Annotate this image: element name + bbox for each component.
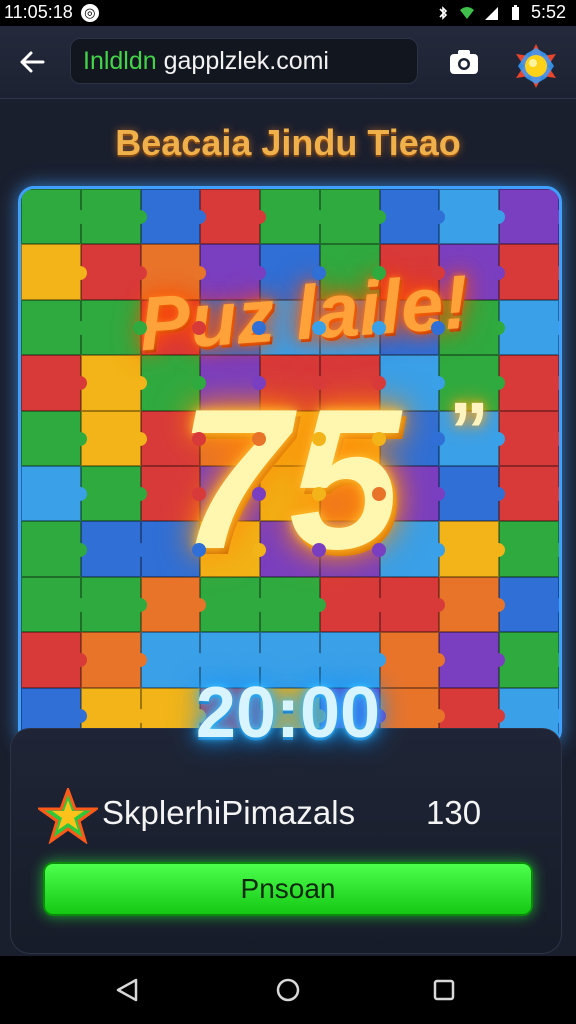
level-number: 75 <box>177 368 401 591</box>
status-time-right: 5:52 <box>530 2 566 22</box>
puzzle-piece[interactable] <box>80 189 147 245</box>
battery-icon <box>511 4 519 20</box>
puzzle-piece[interactable] <box>499 189 559 245</box>
home-circle-icon[interactable] <box>272 974 304 1006</box>
puzzle-piece[interactable] <box>21 466 87 522</box>
puzzle-piece[interactable] <box>21 244 87 300</box>
puzzle-piece[interactable] <box>80 576 147 633</box>
puzzle-piece[interactable] <box>80 466 147 522</box>
url-prefix: Inldldn <box>83 46 157 75</box>
puzzle-piece[interactable] <box>379 189 446 245</box>
puzzle-piece[interactable] <box>80 410 147 466</box>
back-button[interactable] <box>14 44 50 80</box>
puzzle-board[interactable]: Puz laile! 75 ” <box>18 186 562 746</box>
puzzle-piece[interactable] <box>499 466 559 522</box>
puzzle-piece[interactable] <box>499 521 559 577</box>
puzzle-piece[interactable] <box>499 410 559 466</box>
wifi-icon <box>459 6 474 19</box>
back-triangle-icon[interactable] <box>112 974 144 1006</box>
action-button[interactable]: Pnsoan <box>43 862 533 916</box>
game-title: Beacaia Jindu Tieao <box>115 122 461 163</box>
puzzle-piece[interactable] <box>21 299 87 356</box>
star-icon <box>38 788 98 844</box>
camera-icon[interactable] <box>448 48 480 76</box>
puzzle-piece[interactable] <box>319 189 386 245</box>
puzzle-piece[interactable] <box>21 355 87 411</box>
bluetooth-icon <box>439 5 448 20</box>
puzzle-piece[interactable] <box>21 410 87 466</box>
puzzle-piece[interactable] <box>439 521 505 577</box>
back-arrow-icon <box>20 51 45 73</box>
puzzle-piece[interactable] <box>21 521 87 577</box>
navigation-bar <box>0 956 576 1024</box>
status-bar: 11:05:18 ◎ 5:52 <box>0 0 576 26</box>
puzzle-piece[interactable] <box>140 189 207 245</box>
quote-mark: ” <box>449 386 489 475</box>
puzzle-piece[interactable] <box>21 576 87 633</box>
puzzle-piece[interactable] <box>200 189 266 245</box>
player-name: SkplerhiPimazals <box>102 794 356 831</box>
puzzle-piece[interactable] <box>80 521 147 577</box>
status-time-left: 11:05:18 <box>4 2 73 22</box>
puzzle-piece[interactable] <box>499 355 559 411</box>
url-bar[interactable]: Inldldn gapplzlek.comi <box>70 38 418 84</box>
timer: 20:00 <box>195 673 381 753</box>
puzzle-piece[interactable] <box>499 576 559 633</box>
puzzle-piece[interactable] <box>21 189 87 245</box>
url-domain: gapplzlek.comi <box>163 46 329 75</box>
puzzle-piece[interactable] <box>260 189 326 245</box>
app-bar: Inldldn gapplzlek.comi <box>0 26 576 99</box>
player-score: 130 <box>426 794 482 831</box>
puzzle-piece[interactable] <box>439 576 505 633</box>
signal-icon <box>484 6 498 20</box>
sun-icon[interactable] <box>512 42 560 90</box>
recents-square-icon[interactable] <box>428 974 460 1006</box>
puzzle-piece[interactable] <box>439 189 505 245</box>
notification-badge-icon: ◎ <box>80 3 99 22</box>
